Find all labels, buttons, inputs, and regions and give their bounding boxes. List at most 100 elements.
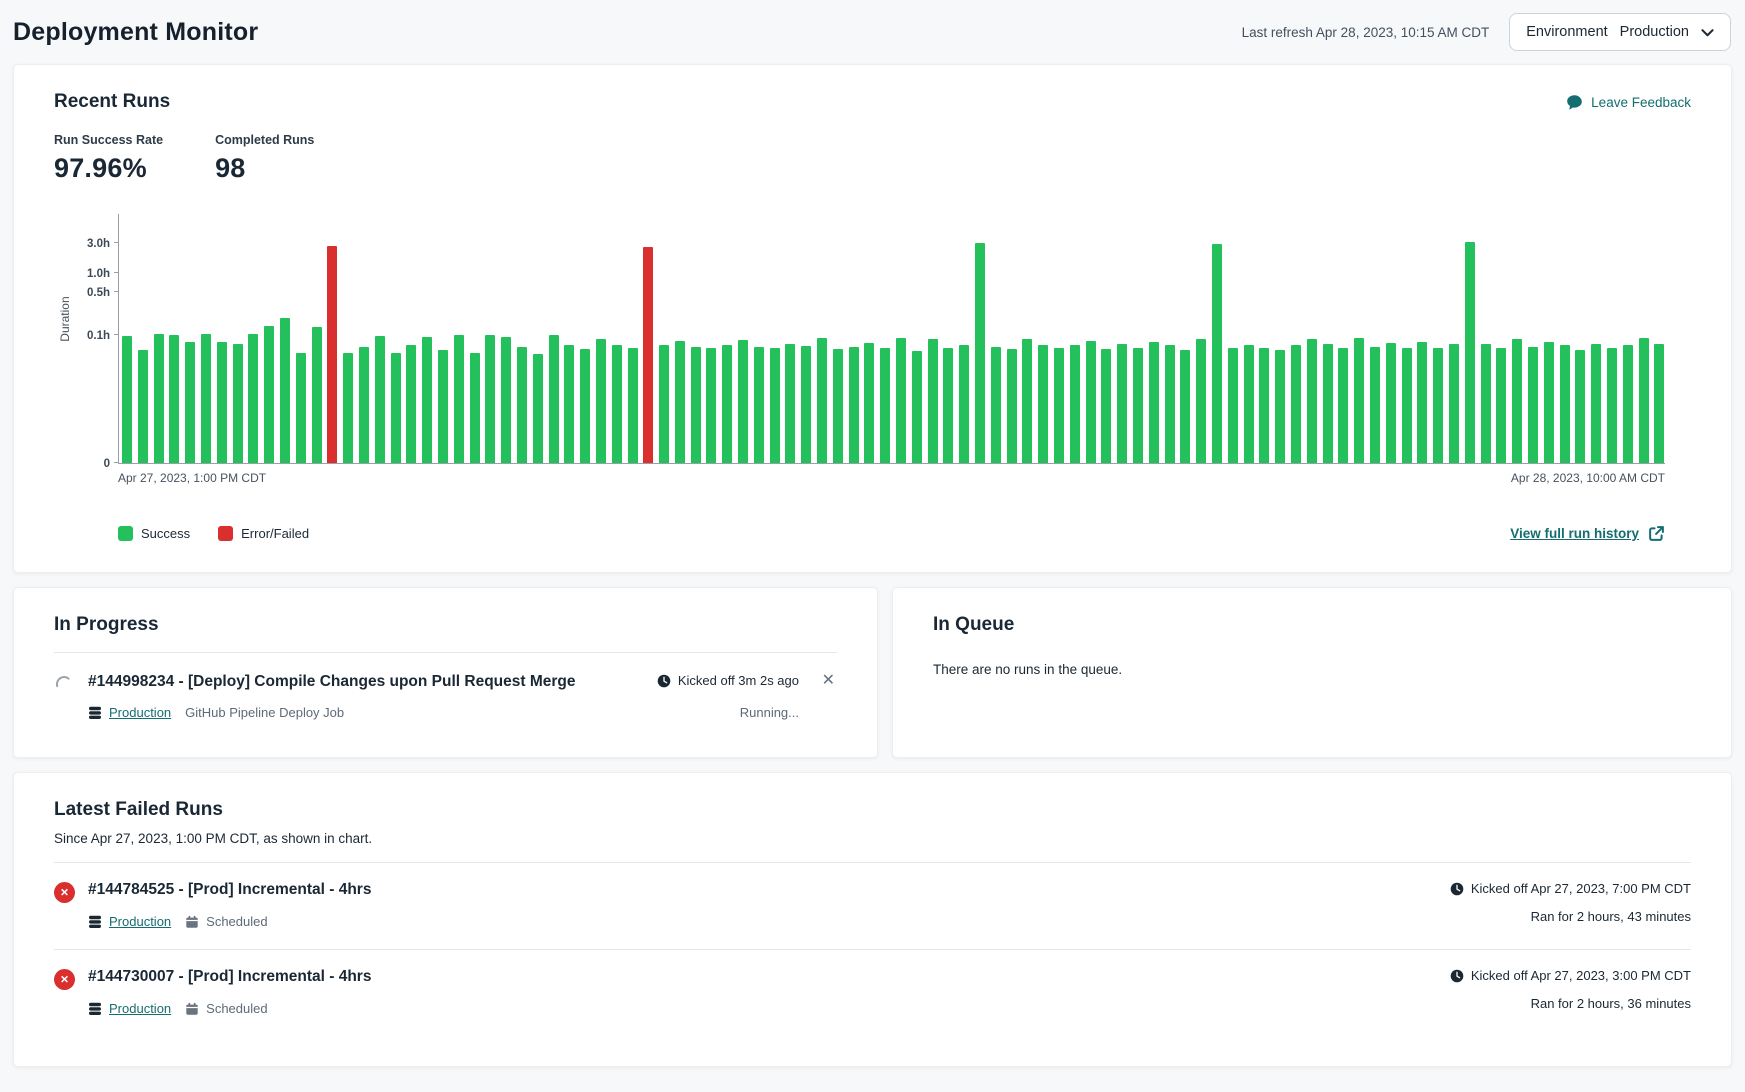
run-bar-success[interactable] xyxy=(833,349,843,463)
run-bar-success[interactable] xyxy=(1007,349,1017,463)
run-bar-success[interactable] xyxy=(738,340,748,463)
run-bar-success[interactable] xyxy=(754,347,764,463)
run-bar-success[interactable] xyxy=(706,348,716,463)
run-bar-success[interactable] xyxy=(628,348,638,463)
run-bar-success[interactable] xyxy=(533,354,543,463)
run-bar-success[interactable] xyxy=(1591,344,1601,463)
run-bar-success[interactable] xyxy=(1433,348,1443,463)
run-bar-success[interactable] xyxy=(896,338,906,463)
run-bar-success[interactable] xyxy=(959,345,969,463)
run-bar-success[interactable] xyxy=(880,348,890,463)
run-bar-success[interactable] xyxy=(1449,344,1459,463)
run-bar-success[interactable] xyxy=(1275,350,1285,463)
run-bar-success[interactable] xyxy=(454,335,464,464)
run-bar-success[interactable] xyxy=(1575,350,1585,463)
run-bar-success[interactable] xyxy=(1086,341,1096,463)
run-bar-success[interactable] xyxy=(1291,345,1301,463)
run-bar-success[interactable] xyxy=(1354,338,1364,463)
run-bar-success[interactable] xyxy=(1307,339,1317,463)
run-bar-success[interactable] xyxy=(580,349,590,463)
run-bar-success[interactable] xyxy=(1180,350,1190,463)
run-bar-success[interactable] xyxy=(485,335,495,464)
run-bar-success[interactable] xyxy=(1623,345,1633,463)
run-bar-success[interactable] xyxy=(1038,345,1048,463)
run-bar-success[interactable] xyxy=(1133,348,1143,463)
run-bar-success[interactable] xyxy=(1196,339,1206,463)
run-bar-success[interactable] xyxy=(1417,342,1427,463)
run-bar-success[interactable] xyxy=(849,347,859,463)
run-bar-success[interactable] xyxy=(422,337,432,463)
view-full-run-history-link[interactable]: View full run history xyxy=(1510,525,1665,542)
run-bar-success[interactable] xyxy=(1607,348,1617,463)
run-bar-success[interactable] xyxy=(248,334,258,463)
run-bar-success[interactable] xyxy=(1512,339,1522,463)
run-bar-success[interactable] xyxy=(975,243,985,463)
run-bar-success[interactable] xyxy=(1544,342,1554,463)
run-bar-failed[interactable] xyxy=(643,247,653,463)
run-bar-success[interactable] xyxy=(928,339,938,463)
run-bar-failed[interactable] xyxy=(327,246,337,463)
run-bar-success[interactable] xyxy=(1465,242,1475,463)
run-bar-success[interactable] xyxy=(1022,339,1032,463)
run-bar-success[interactable] xyxy=(691,347,701,463)
run-bar-success[interactable] xyxy=(359,347,369,463)
run-bar-success[interactable] xyxy=(659,345,669,463)
run-bar-success[interactable] xyxy=(280,318,290,463)
run-bar-success[interactable] xyxy=(169,335,179,463)
run-bar-success[interactable] xyxy=(675,341,685,463)
run-bar-success[interactable] xyxy=(1338,348,1348,463)
run-bar-success[interactable] xyxy=(217,342,227,463)
run-bar-success[interactable] xyxy=(1244,345,1254,463)
run-bar-success[interactable] xyxy=(375,336,385,463)
run-bar-success[interactable] xyxy=(517,347,527,463)
run-bar-success[interactable] xyxy=(612,345,622,463)
run-bar-success[interactable] xyxy=(1370,347,1380,463)
run-bar-success[interactable] xyxy=(138,350,148,463)
run-bar-success[interactable] xyxy=(312,327,322,463)
run-bar-success[interactable] xyxy=(1101,349,1111,463)
run-bar-success[interactable] xyxy=(1212,244,1222,463)
run-bar-success[interactable] xyxy=(785,344,795,464)
run-bar-success[interactable] xyxy=(1054,348,1064,463)
run-bar-success[interactable] xyxy=(1560,345,1570,463)
run-bar-success[interactable] xyxy=(1149,342,1159,463)
run-bar-success[interactable] xyxy=(1496,348,1506,463)
close-icon[interactable]: ✕ xyxy=(799,673,837,689)
run-bar-success[interactable] xyxy=(264,326,274,463)
run-bar-success[interactable] xyxy=(343,353,353,463)
environment-link[interactable]: Production xyxy=(109,1001,171,1016)
run-bar-success[interactable] xyxy=(1259,348,1269,463)
run-bar-success[interactable] xyxy=(154,334,164,463)
run-bar-success[interactable] xyxy=(296,353,306,463)
run-bar-success[interactable] xyxy=(501,337,511,463)
run-bar-success[interactable] xyxy=(185,342,195,463)
leave-feedback-link[interactable]: Leave Feedback xyxy=(1566,94,1691,111)
environment-link[interactable]: Production xyxy=(109,705,171,720)
run-bar-success[interactable] xyxy=(1117,344,1127,463)
run-bar-success[interactable] xyxy=(912,351,922,463)
run-bar-success[interactable] xyxy=(943,348,953,463)
run-bar-success[interactable] xyxy=(1654,344,1664,463)
run-bar-success[interactable] xyxy=(1528,347,1538,463)
run-bar-success[interactable] xyxy=(564,345,574,463)
run-bar-success[interactable] xyxy=(438,350,448,463)
run-bar-success[interactable] xyxy=(864,343,874,463)
run-bar-success[interactable] xyxy=(596,339,606,463)
run-bar-success[interactable] xyxy=(991,347,1001,463)
run-bar-success[interactable] xyxy=(391,353,401,463)
run-bar-success[interactable] xyxy=(406,345,416,463)
run-bar-success[interactable] xyxy=(1165,345,1175,463)
run-bar-success[interactable] xyxy=(201,334,211,463)
run-bar-success[interactable] xyxy=(817,338,827,463)
environment-link[interactable]: Production xyxy=(109,914,171,929)
run-bar-success[interactable] xyxy=(1402,348,1412,463)
run-bar-success[interactable] xyxy=(233,344,243,463)
run-bar-success[interactable] xyxy=(1639,338,1649,463)
run-bar-success[interactable] xyxy=(549,335,559,464)
run-bar-success[interactable] xyxy=(122,336,132,463)
environment-dropdown[interactable]: Environment Production xyxy=(1509,13,1731,51)
run-bar-success[interactable] xyxy=(722,345,732,463)
run-bar-success[interactable] xyxy=(1070,345,1080,463)
run-bar-success[interactable] xyxy=(1386,343,1396,463)
run-bar-success[interactable] xyxy=(1228,348,1238,463)
